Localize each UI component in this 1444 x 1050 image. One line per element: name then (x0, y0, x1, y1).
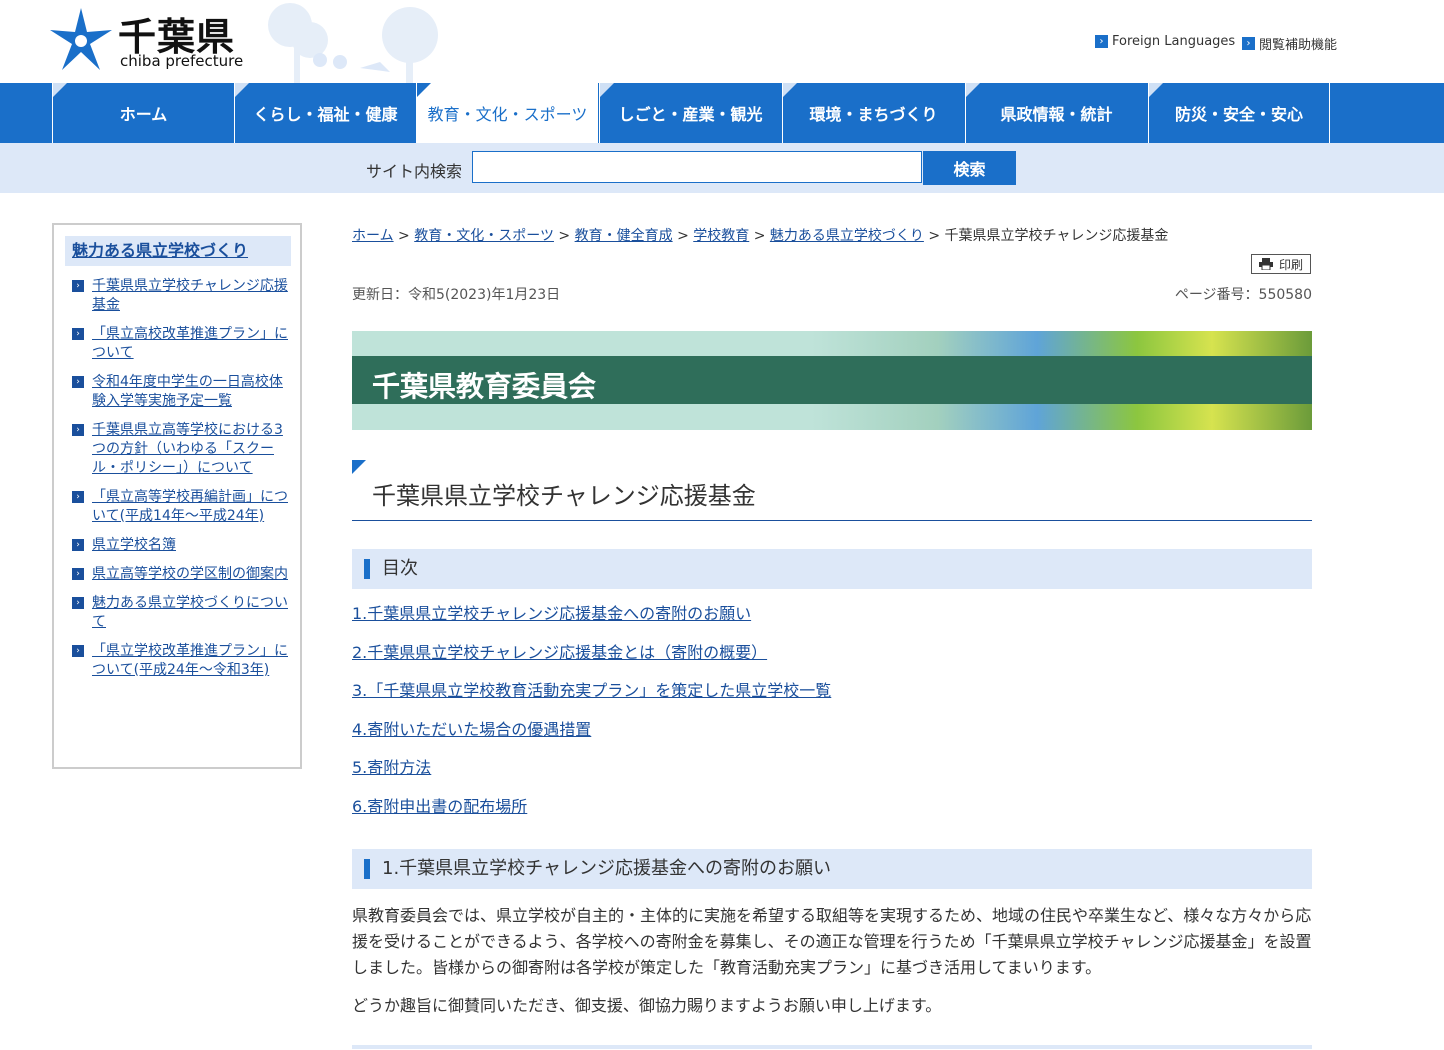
sidebar-item[interactable]: › 令和4年度中学生の一日高校体験入学等実施予定一覧 (72, 373, 294, 411)
page-title-block: 千葉県県立学校チャレンジ応援基金 (352, 460, 1312, 521)
sidebar: 魅力ある県立学校づくり › 千葉県県立学校チャレンジ応援基金 › 「県立高校改革推進… (52, 223, 302, 769)
section-banner: 千葉県教育委員会 (352, 331, 1312, 430)
logo-text-en: chiba prefecture (120, 52, 244, 70)
page-title: 千葉県県立学校チャレンジ応援基金 (372, 482, 756, 510)
search-label: サイト内検索 (366, 162, 463, 181)
breadcrumb: ホーム > 教育・文化・スポーツ > 教育・健全育成 > 学校教育 > 魅力ある… (352, 223, 1312, 249)
main-content: ホーム > 教育・文化・スポーツ > 教育・健全育成 > 学校教育 > 魅力ある… (352, 223, 1312, 1015)
toc-link[interactable]: 1.千葉県県立学校チャレンジ応援基金への寄附のお願い (352, 604, 751, 623)
toc-link[interactable]: 4.寄附いただいた場合の優遇措置 (352, 720, 591, 739)
breadcrumb-link[interactable]: 教育・文化・スポーツ (414, 228, 554, 244)
arrow-right-icon: › (72, 645, 84, 657)
gnav-item-home[interactable]: ホーム (52, 83, 234, 143)
section-divider (352, 1045, 1312, 1049)
arrow-right-icon: › (1242, 37, 1255, 50)
arrow-right-icon: › (72, 568, 84, 580)
gnav-item-safety[interactable]: 防災・安全・安心 (1148, 83, 1330, 143)
sidebar-item[interactable]: › 県立学校名簿 (72, 536, 294, 555)
toc-item: 1.千葉県県立学校チャレンジ応援基金への寄附のお願い (352, 595, 1312, 634)
breadcrumb-current: 千葉県県立学校チャレンジ応援基金 (944, 228, 1169, 244)
search-button[interactable]: 検索 (923, 151, 1016, 185)
breadcrumb-link[interactable]: 学校教育 (693, 228, 749, 244)
toc-list: 1.千葉県県立学校チャレンジ応援基金への寄附のお願い 2.千葉県県立学校チャレン… (352, 595, 1312, 827)
gnav-item-living[interactable]: くらし・福祉・健康 (234, 83, 416, 143)
site-search-bar: サイト内検索 検索 (0, 143, 1444, 193)
sidebar-item[interactable]: › 魅力ある県立学校づくりについて (72, 594, 294, 632)
gnav-item-prefecture-info[interactable]: 県政情報・統計 (965, 83, 1147, 143)
toc-item: 4.寄附いただいた場合の優遇措置 (352, 711, 1312, 750)
sidebar-item-link[interactable]: 「県立学校改革推進プラン」について(平成24年～令和3年) (92, 643, 288, 678)
gnav-item-environment[interactable]: 環境・まちづくり (782, 83, 964, 143)
toc-item: 6.寄附申出書の配布場所 (352, 788, 1312, 827)
toc-item: 5.寄附方法 (352, 749, 1312, 788)
sidebar-item[interactable]: › 「県立学校改革推進プラン」について(平成24年～令和3年) (72, 642, 294, 680)
foreign-languages-link[interactable]: › Foreign Languages (1095, 34, 1235, 49)
gnav-item-education[interactable]: 教育・文化・スポーツ (416, 83, 598, 143)
sidebar-item-link[interactable]: 「県立高等学校再編計画」について(平成14年～平成24年) (92, 489, 288, 524)
arrow-right-icon: › (72, 280, 84, 292)
global-nav: ホーム くらし・福祉・健康 教育・文化・スポーツ しごと・産業・観光 環境・まち… (0, 83, 1444, 143)
arrow-right-icon: › (72, 376, 84, 388)
toc-item: 3.「千葉県県立学校教育活動充実プラン」を策定した県立学校一覧 (352, 672, 1312, 711)
breadcrumb-sep: > (398, 228, 410, 244)
search-input[interactable] (472, 151, 922, 183)
sidebar-item[interactable]: › 千葉県県立学校チャレンジ応援基金 (72, 277, 294, 315)
gnav-item-work[interactable]: しごと・産業・観光 (599, 83, 781, 143)
breadcrumb-link[interactable]: 教育・健全育成 (575, 228, 673, 244)
sidebar-item-link[interactable]: 県立学校名簿 (92, 537, 176, 553)
util-label: Foreign Languages (1112, 34, 1236, 49)
arrow-right-icon: › (72, 597, 84, 609)
site-logo[interactable]: 千葉県 chiba prefecture (50, 6, 250, 76)
printer-icon (1258, 258, 1273, 270)
toc-link[interactable]: 3.「千葉県県立学校教育活動充実プラン」を策定した県立学校一覧 (352, 681, 831, 700)
sidebar-item-link[interactable]: 千葉県県立学校チャレンジ応援基金 (92, 278, 288, 313)
breadcrumb-sep: > (753, 228, 766, 244)
section1-heading: 1.千葉県県立学校チャレンジ応援基金への寄附のお願い (352, 849, 1312, 889)
chiba-star-icon (50, 8, 112, 70)
print-button[interactable]: 印刷 (1251, 254, 1311, 274)
sidebar-item-link[interactable]: 魅力ある県立学校づくりについて (92, 595, 288, 630)
sidebar-item-link[interactable]: 令和4年度中学生の一日高校体験入学等実施予定一覧 (92, 374, 283, 409)
decorative-trees-icon (268, 3, 438, 83)
sidebar-item-link[interactable]: 県立高等学校の学区制の御案内 (92, 566, 288, 582)
toc-heading: 目次 (352, 549, 1312, 589)
sidebar-list: › 千葉県県立学校チャレンジ応援基金 › 「県立高校改革推進プラン」について › 令和… (72, 277, 294, 680)
banner-title: 千葉県教育委員会 (372, 370, 597, 403)
breadcrumb-sep: > (677, 228, 689, 244)
section1-paragraph: 県教育委員会では、県立学校が自主的・主体的に実施を希望する取組等を実現するため、… (352, 906, 1312, 977)
sidebar-item-link[interactable]: 千葉県県立高等学校における3つの方針（いわゆる「スクール・ポリシー」）について (92, 422, 283, 476)
breadcrumb-sep: > (558, 228, 571, 244)
section1-paragraph-2: どうか趣旨に御賛同いただき、御支援、御協力賜りますようお願い申し上げます。 (352, 996, 942, 1015)
site-header: 千葉県 chiba prefecture › Foreign Languages… (0, 0, 1444, 83)
toc-link[interactable]: 2.千葉県県立学校チャレンジ応援基金とは（寄附の概要） (352, 643, 767, 662)
updated-date: 更新日：令和5(2023)年1月23日 (352, 287, 561, 303)
arrow-right-icon: › (72, 491, 84, 503)
sidebar-item[interactable]: › 「県立高等学校再編計画」について(平成14年～平成24年) (72, 488, 294, 526)
arrow-right-icon: › (72, 424, 84, 436)
arrow-right-icon: › (72, 539, 84, 551)
sidebar-item[interactable]: › 県立高等学校の学区制の御案内 (72, 565, 294, 584)
toc-item: 2.千葉県県立学校チャレンジ応援基金とは（寄附の概要） (352, 634, 1312, 673)
print-label: 印刷 (1278, 257, 1303, 272)
breadcrumb-link[interactable]: ホーム (352, 228, 394, 244)
page-number: ページ番号：550580 (1174, 287, 1312, 303)
sidebar-item[interactable]: › 千葉県県立高等学校における3つの方針（いわゆる「スクール・ポリシー」）について (72, 421, 294, 478)
sidebar-item[interactable]: › 「県立高校改革推進プラン」について (72, 325, 294, 363)
breadcrumb-sep: > (928, 228, 941, 244)
util-label: 閲覧補助機能 (1259, 38, 1338, 53)
arrow-right-icon: › (72, 328, 84, 340)
toc-link[interactable]: 5.寄附方法 (352, 758, 431, 777)
toc-link[interactable]: 6.寄附申出書の配布場所 (352, 797, 527, 816)
breadcrumb-link[interactable]: 魅力ある県立学校づくり (770, 228, 924, 244)
sidebar-title[interactable]: 魅力ある県立学校づくり (65, 236, 291, 266)
arrow-right-icon: › (1095, 35, 1108, 48)
accessibility-link[interactable]: › 閲覧補助機能 (1242, 34, 1337, 53)
sidebar-item-link[interactable]: 「県立高校改革推進プラン」について (92, 326, 288, 361)
